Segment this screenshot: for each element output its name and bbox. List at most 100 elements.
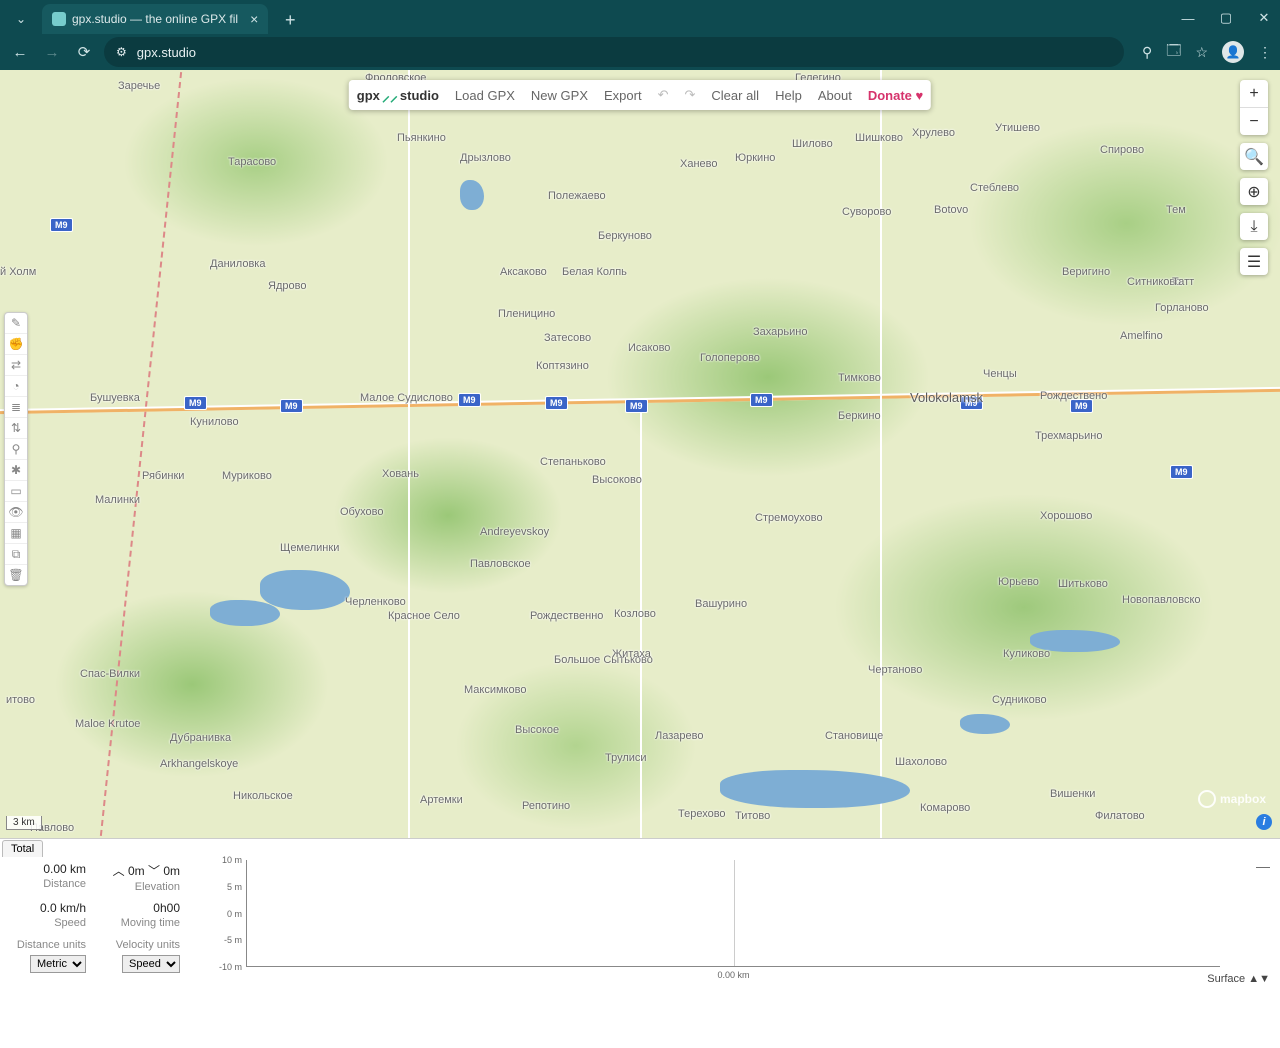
chart-y-tick: -10 m	[219, 962, 242, 972]
arrow-up-icon: ︿	[113, 864, 125, 878]
logo-slash-icon: ⸝⸝	[382, 84, 398, 106]
place-label: Щемелинки	[280, 542, 339, 554]
nav-forward-icon: →	[40, 44, 64, 61]
velocity-units-select[interactable]: Speed	[122, 955, 180, 973]
place-label: Голоперово	[700, 352, 760, 364]
tool-reverse-icon[interactable]: ⇅	[5, 418, 27, 439]
velocity-units-label: Velocity units	[116, 939, 180, 951]
tool-image-icon[interactable]: ▦	[5, 523, 27, 544]
place-label: Обухово	[340, 506, 383, 518]
tool-delete-icon[interactable]: 🗑	[5, 565, 27, 585]
tool-timer-icon[interactable]: ◔	[5, 376, 27, 397]
menu-about[interactable]: About	[818, 88, 852, 103]
zoom-in-button[interactable]: +	[1240, 80, 1268, 107]
menu-help[interactable]: Help	[775, 88, 802, 103]
map-info-icon[interactable]: i	[1256, 814, 1272, 830]
place-label: Вишенки	[1050, 788, 1095, 800]
place-label: Бушуевка	[90, 392, 140, 404]
total-tab[interactable]: Total	[2, 840, 43, 857]
close-tab-icon[interactable]: ×	[250, 11, 258, 27]
place-label: Житаха	[612, 648, 651, 660]
place-label: Тимково	[838, 372, 881, 384]
layers-icon[interactable]: ☰	[1240, 248, 1268, 275]
redo-icon[interactable]: ↷	[684, 87, 695, 103]
tab-search-button[interactable]: ⌄	[4, 4, 38, 34]
place-label: Затесово	[544, 332, 591, 344]
tool-crop-icon[interactable]: ▭	[5, 481, 27, 502]
elevation-chart[interactable]: — 10 m5 m0 m-5 m-10 m 0.00 km Surface ▲▼	[210, 856, 1280, 987]
place-label: Рождествено	[1040, 390, 1107, 402]
place-label: Трехмарьино	[1035, 430, 1102, 442]
locate-icon[interactable]: ⊕	[1240, 178, 1268, 205]
road-shield: M9	[545, 396, 568, 410]
download-icon[interactable]: ⤓	[1240, 213, 1268, 240]
url-text: gpx.studio	[137, 45, 196, 60]
app-main: M9M9M9M9M9M9M9M9M9M9 ФроловскоеТарасовоП…	[0, 70, 1280, 838]
site-settings-icon[interactable]: ⚙	[116, 45, 127, 59]
kebab-menu-icon[interactable]: ⋮	[1258, 44, 1272, 61]
translate-icon[interactable]: 🗔	[1166, 40, 1181, 64]
place-label: Andreyevskoy	[480, 526, 549, 538]
location-icon[interactable]: ⚲	[1142, 44, 1152, 61]
tool-hand-icon[interactable]: ✊	[5, 334, 27, 355]
undo-icon[interactable]: ↶	[658, 87, 669, 103]
place-label: Полежаево	[548, 190, 606, 202]
place-label: Куликово	[1003, 648, 1050, 660]
url-bar[interactable]: ⚙ gpx.studio	[104, 37, 1124, 67]
tool-compress-icon[interactable]: ✱	[5, 460, 27, 481]
profile-avatar[interactable]: 👤	[1222, 41, 1244, 63]
road-shield: M9	[458, 393, 481, 407]
menu-new-gpx[interactable]: New GPX	[531, 88, 588, 103]
place-label: Заречье	[118, 80, 160, 92]
place-label: Даниловка	[210, 258, 265, 270]
place-label: Шилово	[792, 138, 833, 150]
place-label: Шитьково	[1058, 578, 1108, 590]
nav-back-icon[interactable]: ←	[8, 44, 32, 61]
tool-hide-icon[interactable]: 👁	[5, 502, 27, 523]
distance-label: Distance	[43, 878, 86, 890]
speed-label: Speed	[54, 917, 86, 929]
tool-edit-icon[interactable]: ✎	[5, 313, 27, 334]
place-label: Volokolamsk	[910, 390, 983, 405]
place-label: Муриково	[222, 470, 272, 482]
app-logo[interactable]: gpx ⸝⸝ studio	[357, 84, 439, 106]
place-label: Артемки	[420, 794, 463, 806]
chart-plot[interactable]: 0.00 km	[246, 860, 1220, 967]
nav-reload-icon[interactable]: ⟳	[72, 43, 96, 61]
menu-donate[interactable]: Donate ♥	[868, 88, 923, 103]
search-icon[interactable]: 🔍	[1240, 143, 1268, 170]
window-close-icon[interactable]: ✕	[1254, 10, 1274, 26]
map-canvas[interactable]: M9M9M9M9M9M9M9M9M9M9 ФроловскоеТарасовоП…	[0, 70, 1280, 838]
menu-export[interactable]: Export	[604, 88, 642, 103]
tool-list-icon[interactable]: ≣	[5, 397, 27, 418]
place-label: Дубранивка	[170, 732, 231, 744]
place-label: Спирово	[1100, 144, 1144, 156]
browser-tab[interactable]: gpx.studio — the online GPX fil ×	[42, 4, 268, 34]
place-label: Трулиси	[605, 752, 647, 764]
mapbox-logo[interactable]: mapbox	[1198, 790, 1266, 808]
surface-toggle[interactable]: Surface ▲▼	[1207, 973, 1270, 985]
menu-load-gpx[interactable]: Load GPX	[455, 88, 515, 103]
window-minimize-icon[interactable]: ―	[1178, 11, 1198, 26]
new-tab-button[interactable]: +	[276, 6, 304, 34]
tool-route-icon[interactable]: ⇄	[5, 355, 27, 376]
distance-value: 0.00 km	[43, 862, 86, 876]
favicon-icon	[52, 12, 66, 26]
tool-merge-icon[interactable]: ⧉	[5, 544, 27, 565]
place-label: Botovo	[934, 204, 968, 216]
road-shield: M9	[50, 218, 73, 232]
stats-column: 0.00 km Distance ︿ 0m ﹀ 0m Elevation 0.0…	[0, 856, 210, 987]
place-label: Малинки	[95, 494, 140, 506]
zoom-out-button[interactable]: −	[1240, 107, 1268, 135]
collapse-chart-icon[interactable]: —	[1256, 858, 1270, 874]
tool-waypoint-icon[interactable]: ⚲	[5, 439, 27, 460]
heart-icon: ♥	[916, 88, 924, 103]
place-label: Стеблево	[970, 182, 1019, 194]
place-label: Коптязино	[536, 360, 589, 372]
bookmark-icon[interactable]: ☆	[1195, 44, 1208, 61]
window-maximize-icon[interactable]: ▢	[1216, 10, 1236, 26]
distance-units-select[interactable]: Metric	[30, 955, 86, 973]
menu-clear-all[interactable]: Clear all	[711, 88, 759, 103]
place-label: Юркино	[735, 152, 775, 164]
place-label: Дрызлово	[460, 152, 511, 164]
